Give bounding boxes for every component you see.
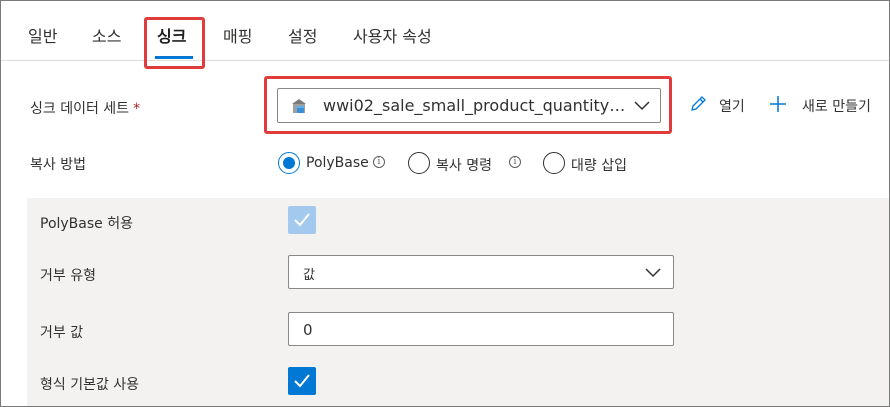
- reject-type-label: 거부 유형: [40, 268, 96, 284]
- open-dataset-label: 열기: [719, 99, 745, 115]
- tab-bar: 일반 소스 싱크 매핑 설정 사용자 속성: [1, 1, 889, 69]
- copy-method-label: 복사 방법: [30, 157, 86, 173]
- new-dataset-label: 새로 만들기: [802, 99, 871, 115]
- open-dataset-button[interactable]: 열기: [689, 95, 751, 115]
- new-dataset-button[interactable]: 새로 만들기: [769, 95, 889, 115]
- sink-dataset-label: 싱크 데이터 세트 *: [30, 98, 140, 118]
- sql-pool-table-icon: [292, 99, 306, 113]
- tab-settings[interactable]: 설정: [288, 23, 317, 47]
- reject-value-input[interactable]: 0: [288, 312, 674, 346]
- tab-general[interactable]: 일반: [28, 23, 57, 47]
- polybase-settings-panel: [27, 198, 889, 406]
- checkmark-icon: [294, 374, 310, 388]
- reject-value-text: 0: [303, 321, 313, 339]
- allow-polybase-label: PolyBase 허용: [40, 216, 133, 232]
- allow-polybase-checkbox: [288, 206, 316, 234]
- radio-polybase-circle: [278, 152, 300, 174]
- use-type-default-label: 형식 기본값 사용: [40, 377, 140, 393]
- use-type-default-checkbox[interactable]: [288, 367, 316, 395]
- chevron-down-icon: [645, 268, 661, 278]
- sink-settings-window: 일반 소스 싱크 매핑 설정 사용자 속성 싱크 데이터 세트 * wwi02_s…: [0, 0, 890, 407]
- tab-source[interactable]: 소스: [92, 23, 121, 47]
- sink-dataset-select[interactable]: wwi02_sale_small_product_quantity_f...: [277, 88, 661, 123]
- required-mark: *: [133, 101, 141, 117]
- reject-value-label: 거부 값: [40, 325, 84, 341]
- radio-polybase-label: PolyBase: [306, 155, 369, 171]
- pencil-icon: [691, 96, 706, 111]
- tab-user-properties[interactable]: 사용자 속성: [353, 23, 432, 47]
- info-icon[interactable]: i: [509, 156, 521, 168]
- radio-copy-command[interactable]: 복사 명령 i: [408, 152, 528, 176]
- tab-mapping[interactable]: 매핑: [223, 23, 252, 47]
- radio-bulk-insert-circle: [543, 152, 565, 174]
- radio-bulk-insert[interactable]: 대량 삽입: [543, 152, 643, 176]
- sink-dataset-value: wwi02_sale_small_product_quantity_f...: [323, 96, 633, 115]
- info-icon[interactable]: i: [373, 156, 385, 168]
- reject-type-value: 값: [303, 268, 315, 283]
- radio-copy-command-circle: [408, 152, 430, 174]
- plus-icon: [770, 96, 786, 112]
- radio-polybase[interactable]: PolyBase i: [278, 152, 388, 176]
- checkmark-icon: [294, 213, 310, 227]
- chevron-down-icon: [634, 101, 650, 111]
- sink-tab-highlight-box: [144, 17, 205, 69]
- radio-copy-command-label: 복사 명령: [436, 158, 492, 174]
- sink-dataset-label-text: 싱크 데이터 세트: [30, 101, 130, 117]
- reject-type-select[interactable]: 값: [288, 255, 674, 289]
- radio-bulk-insert-label: 대량 삽입: [571, 158, 627, 174]
